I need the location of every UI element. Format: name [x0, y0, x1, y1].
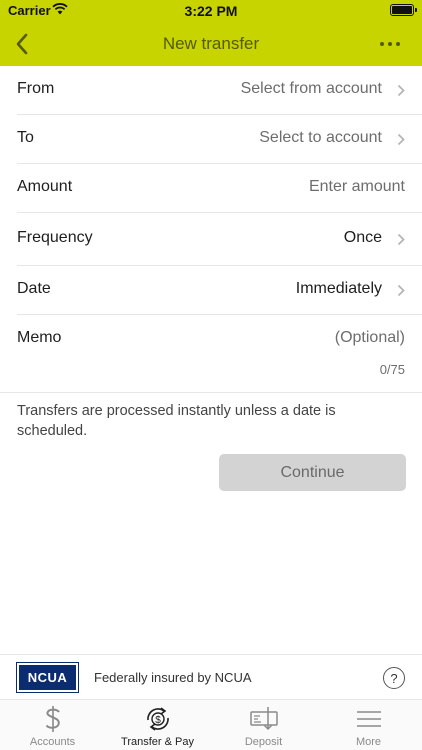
help-icon: ?	[390, 670, 398, 686]
memo-input[interactable]	[205, 329, 405, 347]
more-dot	[388, 42, 392, 46]
memo-label: Memo	[17, 329, 62, 346]
ncua-logo: NCUA	[16, 662, 79, 693]
info-text: Transfers are processed instantly unless…	[17, 403, 336, 439]
tab-transfer-pay[interactable]: $ Transfer & Pay	[105, 700, 210, 750]
ncua-logo-text: NCUA	[27, 670, 68, 685]
help-button[interactable]: ?	[383, 667, 405, 689]
chevron-right-icon	[397, 84, 405, 97]
tab-label: Accounts	[29, 736, 76, 748]
clock: 3:22 PM	[184, 3, 238, 19]
from-row[interactable]: From Select from account	[17, 66, 422, 115]
svg-text:$: $	[155, 715, 161, 726]
tab-label: Deposit	[244, 736, 283, 748]
tab-label: Transfer & Pay	[121, 736, 194, 748]
nav-bar: New transfer	[0, 22, 422, 66]
date-row[interactable]: Date Immediately	[17, 266, 422, 315]
ncua-footer: NCUA Federally insured by NCUA ?	[0, 654, 422, 700]
app-header: Carrier 3:22 PM New transfer	[0, 0, 422, 66]
date-label: Date	[17, 280, 51, 297]
memo-character-counter: 0/75	[379, 362, 405, 377]
battery-icon	[390, 4, 417, 16]
status-bar: Carrier 3:22 PM	[0, 0, 422, 22]
tab-bar: Accounts $ Transfer & Pay Deposit More	[0, 700, 422, 750]
chevron-left-icon	[16, 33, 28, 55]
continue-button[interactable]: Continue	[219, 454, 406, 491]
amount-label: Amount	[17, 178, 73, 195]
from-label: From	[17, 80, 55, 97]
menu-icon	[356, 711, 381, 727]
check-deposit-icon	[249, 707, 278, 731]
transfer-form: From Select from account To Select to ac…	[0, 66, 422, 393]
more-dot	[380, 42, 384, 46]
amount-row[interactable]: Amount Enter amount	[17, 164, 422, 213]
to-row[interactable]: To Select to account	[17, 115, 422, 164]
more-button[interactable]	[376, 32, 404, 56]
date-value: Immediately	[295, 280, 382, 297]
frequency-value: Once	[343, 229, 382, 246]
tab-accounts[interactable]: Accounts	[0, 700, 105, 750]
frequency-label: Frequency	[17, 229, 93, 246]
amount-input[interactable]: Enter amount	[309, 178, 405, 196]
frequency-row[interactable]: Frequency Once	[17, 213, 422, 266]
dollar-icon	[45, 706, 60, 732]
page-title: New transfer	[162, 34, 260, 53]
tab-deposit[interactable]: Deposit	[211, 700, 316, 750]
chevron-right-icon	[397, 133, 405, 146]
to-value: Select to account	[259, 129, 382, 146]
memo-row: Memo 0/75	[0, 315, 422, 393]
chevron-right-icon	[397, 233, 405, 246]
tab-more[interactable]: More	[316, 700, 421, 750]
chevron-right-icon	[397, 284, 405, 297]
tab-label: More	[355, 736, 382, 748]
transfer-icon: $	[146, 707, 169, 731]
ncua-text: Federally insured by NCUA	[94, 670, 252, 685]
more-dot	[396, 42, 400, 46]
from-value: Select from account	[240, 80, 382, 97]
back-button[interactable]	[6, 28, 38, 60]
to-label: To	[17, 129, 34, 146]
